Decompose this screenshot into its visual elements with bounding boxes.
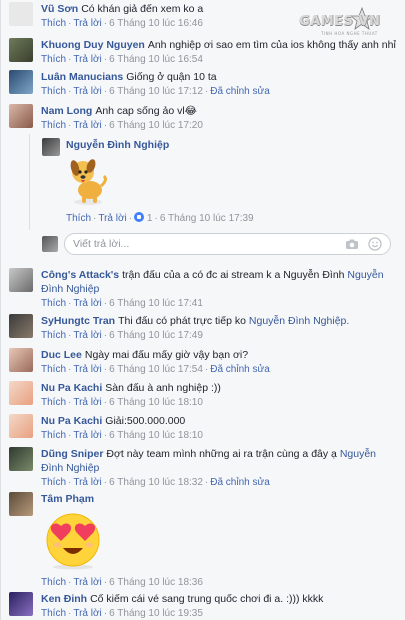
- reply-link[interactable]: Trả lời: [73, 18, 101, 29]
- reply-link[interactable]: Trả lời: [73, 298, 101, 309]
- comment-time[interactable]: 6 Tháng 10 lúc 18:36: [109, 577, 203, 588]
- like-link[interactable]: Thích: [41, 298, 66, 309]
- comment-thread: GAMES VN TINH HOA NGHE THUAT Vũ Sơn Có kh…: [0, 0, 405, 620]
- reply-link[interactable]: Trả lời: [73, 397, 101, 408]
- comment-text: Anh cap sống ảo vl😂: [95, 105, 197, 117]
- avatar[interactable]: [9, 2, 33, 26]
- like-link[interactable]: Thích: [41, 430, 66, 441]
- reply-link[interactable]: Trả lời: [98, 213, 126, 224]
- like-link[interactable]: Thích: [41, 54, 66, 65]
- emoji-icon[interactable]: [368, 237, 382, 251]
- comment-time[interactable]: 6 Tháng 10 lúc 18:10: [109, 397, 203, 408]
- comment-author[interactable]: Ken Đinh: [41, 593, 87, 605]
- reply-author[interactable]: Nguyễn Đình Nghiệp: [66, 139, 169, 151]
- comment-author[interactable]: Vũ Sơn: [41, 3, 78, 15]
- comment-author[interactable]: Khuong Duy Nguyen: [41, 39, 145, 51]
- comment-text: Giống ở quận 10 ta: [126, 71, 217, 83]
- comment-author[interactable]: Nam Long: [41, 105, 92, 117]
- avatar[interactable]: [9, 447, 33, 471]
- avatar[interactable]: [9, 70, 33, 94]
- comment-time[interactable]: 6 Tháng 10 lúc 16:54: [109, 54, 203, 65]
- comment-time[interactable]: 6 Tháng 10 lúc 19:35: [109, 608, 203, 619]
- reply-link[interactable]: Trả lời: [73, 54, 101, 65]
- like-reaction-icon[interactable]: [134, 212, 145, 222]
- edited-link[interactable]: Đã chỉnh sửa: [210, 364, 270, 375]
- logo-tagline: TINH HOA NGHE THUAT: [321, 31, 378, 36]
- like-link[interactable]: Thích: [41, 364, 66, 375]
- avatar[interactable]: [9, 314, 33, 338]
- avatar[interactable]: [9, 381, 33, 405]
- like-link[interactable]: Thích: [41, 330, 66, 341]
- reply-link[interactable]: Trả lời: [73, 364, 101, 375]
- comment-time[interactable]: 6 Tháng 10 lúc 17:41: [109, 298, 203, 309]
- avatar[interactable]: [42, 138, 60, 156]
- comment-time[interactable]: 6 Tháng 10 lúc 17:49: [109, 330, 203, 341]
- comment-text: Cố kiếm cái vé sang trung quốc chơi đi a…: [90, 593, 324, 605]
- comment-text: Anh nghiệp ơi sao em tìm của ios không t…: [147, 39, 396, 51]
- reply-link[interactable]: Trả lời: [73, 330, 101, 341]
- reply-input[interactable]: Viết trả lời...: [64, 233, 391, 255]
- reply-time[interactable]: 6 Tháng 10 lúc 17:39: [160, 213, 254, 224]
- comment-time[interactable]: 6 Tháng 10 lúc 18:32: [109, 477, 203, 488]
- comment-text: Ngày mai đấu mấy giờ vậy bạn ơi?: [84, 349, 249, 361]
- like-link[interactable]: Thích: [41, 120, 66, 131]
- reply-link[interactable]: Trả lời: [73, 577, 101, 588]
- like-link[interactable]: Thích: [41, 577, 66, 588]
- comment-author[interactable]: SyHungtc Tran: [41, 315, 115, 327]
- comment-time[interactable]: 6 Tháng 10 lúc 16:46: [109, 18, 203, 29]
- comment-time[interactable]: 6 Tháng 10 lúc 17:12: [109, 86, 203, 97]
- avatar[interactable]: [9, 104, 33, 128]
- camera-icon[interactable]: [345, 237, 359, 251]
- comment-text: Sàn đấu à anh nghiệp :)): [105, 382, 221, 394]
- avatar[interactable]: [9, 268, 33, 292]
- comment-time[interactable]: 6 Tháng 10 lúc 17:20: [109, 120, 203, 131]
- comment-author[interactable]: Duc Lee: [41, 349, 82, 361]
- avatar[interactable]: [9, 492, 33, 516]
- reply-composer: Viết trả lời...: [42, 233, 391, 257]
- comment-text: trận đấu của a có đc ai stream k a Nguyễ…: [122, 269, 345, 281]
- like-link[interactable]: Thích: [41, 608, 66, 619]
- comment-text: Có khán giả đến xem ko a: [81, 3, 204, 15]
- dog-sticker: [66, 154, 110, 208]
- like-link[interactable]: Thích: [41, 86, 66, 97]
- reply-link[interactable]: Trả lời: [73, 430, 101, 441]
- comment-time[interactable]: 6 Tháng 10 lúc 17:54: [109, 364, 203, 375]
- like-link[interactable]: Thích: [41, 477, 66, 488]
- like-link[interactable]: Thích: [41, 18, 66, 29]
- comment-author[interactable]: Luân Manucians: [41, 71, 123, 83]
- comment-time[interactable]: 6 Tháng 10 lúc 18:10: [109, 430, 203, 441]
- avatar[interactable]: [9, 414, 33, 438]
- mention-link[interactable]: Nguyễn Đình Nghiệp.: [249, 315, 349, 327]
- edited-link[interactable]: Đã chỉnh sửa: [210, 86, 270, 97]
- like-link[interactable]: Thích: [41, 397, 66, 408]
- comment-text: Giải:500.000.000: [105, 415, 186, 427]
- reply-link[interactable]: Trả lời: [73, 608, 101, 619]
- reply-thread: Nguyễn Đình Nghiệp Thích · Trả lời · 1 ·…: [29, 134, 399, 230]
- reply-link[interactable]: Trả lời: [73, 477, 101, 488]
- comment-text: Đợt này team mình những ai ra trận cùng …: [106, 448, 337, 460]
- avatar: [42, 236, 58, 252]
- comment-author[interactable]: Tâm Phạm: [41, 493, 94, 505]
- edited-link[interactable]: Đã chỉnh sửa: [210, 477, 270, 488]
- avatar[interactable]: [9, 592, 33, 616]
- comment-author[interactable]: Nu Pa Kachi: [41, 382, 102, 394]
- reply-link[interactable]: Trả lời: [73, 86, 101, 97]
- reply-placeholder: Viết trả lời...: [73, 238, 130, 250]
- reply-link[interactable]: Trả lời: [73, 120, 101, 131]
- like-link[interactable]: Thích: [66, 213, 91, 224]
- avatar[interactable]: [9, 348, 33, 372]
- avatar[interactable]: [9, 38, 33, 62]
- comment-text: Thi đấu có phát trực tiếp ko: [118, 315, 246, 327]
- heart-eyes-sticker: [41, 510, 105, 570]
- comment-author[interactable]: Công's Attack's: [41, 269, 119, 281]
- comment-author[interactable]: Dũng Sniper: [41, 448, 103, 460]
- reaction-count[interactable]: 1: [147, 213, 153, 224]
- comment-author[interactable]: Nu Pa Kachi: [41, 415, 102, 427]
